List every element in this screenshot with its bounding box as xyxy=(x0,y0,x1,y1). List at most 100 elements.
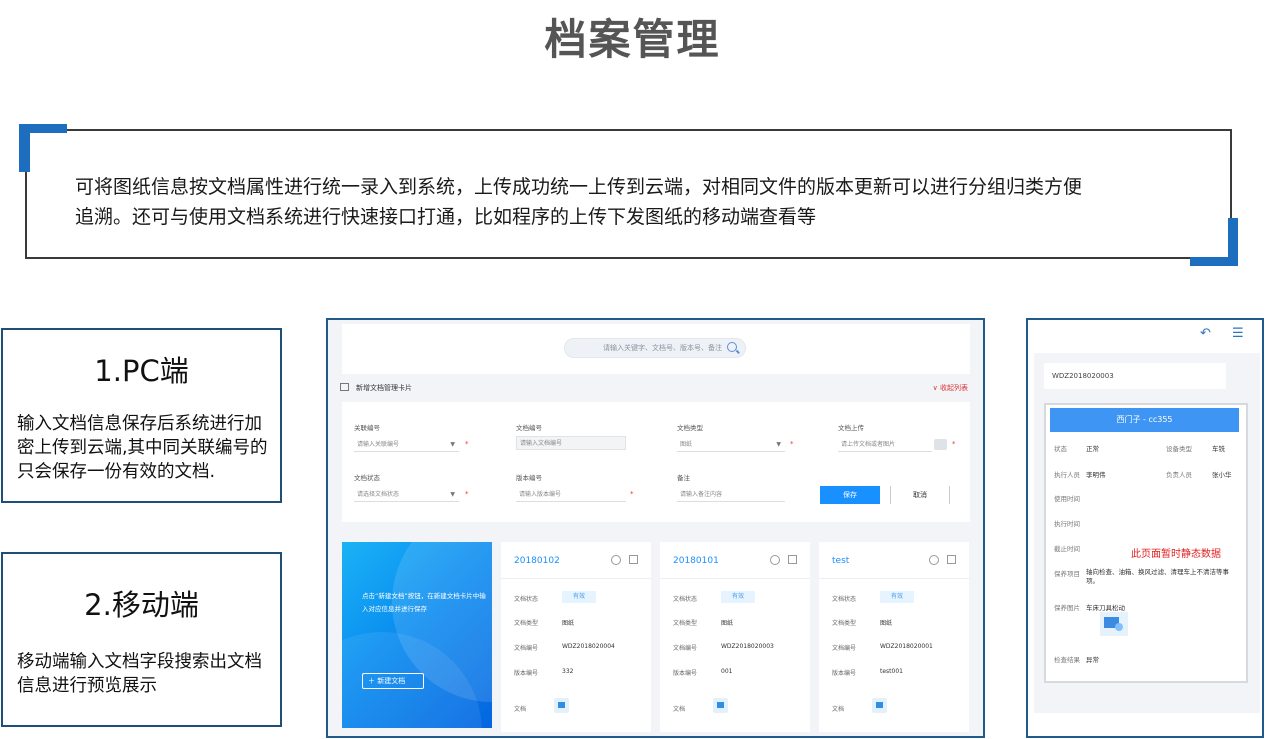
chevron-down-icon: ▼ xyxy=(450,441,455,448)
relation-no-select[interactable]: 请输入关联编号 ▼ xyxy=(354,438,459,452)
type-value: 图纸 xyxy=(880,620,893,627)
type-value: 图纸 xyxy=(721,620,734,627)
image-icon[interactable] xyxy=(713,698,728,713)
row-value: 车铣 xyxy=(1212,445,1225,453)
search-icon[interactable] xyxy=(727,342,737,352)
field-label-doc-status: 文档状态 xyxy=(354,474,380,482)
description-line-1: 可将图纸信息按文档属性进行统一录入到系统，上传成功统一上传到云端，对相同文件的版… xyxy=(75,176,1083,198)
row-key: 保养图片 xyxy=(1054,604,1080,612)
status-key: 文档状态 xyxy=(832,596,857,603)
upload-icon[interactable] xyxy=(934,439,947,450)
row-value: 异常 xyxy=(1086,656,1099,664)
new-doc-button[interactable]: ＋ 新建文档 xyxy=(362,673,424,689)
required-mark: * xyxy=(465,490,469,498)
pc-search-input[interactable]: 请输入关键字、文档号、版本号、备注 xyxy=(564,338,746,358)
row-value: 张小华 xyxy=(1212,471,1232,479)
type-value: 图纸 xyxy=(562,620,575,627)
remark-input[interactable]: 请输入备注内容 xyxy=(677,488,785,502)
row-value: 轴向检查、油箱、换风过滤、清理车上不清洁等事项。 xyxy=(1086,568,1229,585)
doc-card-title[interactable]: 20180101 xyxy=(673,556,719,566)
doc-card[interactable]: test 文档状态 有效 文档类型 图纸 文档编号 WDZ2018020001 … xyxy=(819,542,969,732)
doc-card-header: test xyxy=(819,542,969,579)
edit-icon[interactable] xyxy=(947,555,956,564)
doc-type-value: 图纸 xyxy=(680,441,693,448)
doc-card-title[interactable]: test xyxy=(832,556,849,566)
required-mark: * xyxy=(465,440,469,448)
mobile-doc-title: WDZ2018020003 xyxy=(1044,363,1226,389)
doc-card-title[interactable]: 20180102 xyxy=(514,556,560,566)
relation-no-placeholder: 请输入关联编号 xyxy=(357,441,400,448)
row-key: 状态 xyxy=(1054,445,1067,453)
row-key: 检查结果 xyxy=(1054,656,1080,664)
history-icon[interactable] xyxy=(929,555,939,565)
doc-card[interactable]: 20180102 文档状态 有效 文档类型 图纸 文档编号 WDZ2018020… xyxy=(501,542,651,732)
status-key: 文档状态 xyxy=(514,596,539,603)
file-key: 文档 xyxy=(673,706,686,713)
doc-card[interactable]: 20180101 文档状态 有效 文档类型 图纸 文档编号 WDZ2018020… xyxy=(660,542,810,732)
pc-info-title: 1.PC端 xyxy=(94,354,189,388)
version-value: test001 xyxy=(880,668,903,675)
type-key: 文档类型 xyxy=(832,620,857,627)
doc-type-select[interactable]: 图纸 ▼ xyxy=(677,438,785,452)
back-icon[interactable]: ↶ xyxy=(1200,326,1211,341)
corner-accent-bottom-right-vertical xyxy=(1228,218,1238,266)
required-mark: * xyxy=(630,490,634,498)
new-doc-card: 点击“新建文档”按钮，在新建文档卡片中输入对应信息并进行保存 ＋ 新建文档 xyxy=(342,542,492,728)
edit-icon[interactable] xyxy=(788,555,797,564)
row-key: 保养项目 xyxy=(1054,570,1080,578)
card-icon xyxy=(340,383,349,391)
history-icon[interactable] xyxy=(770,555,780,565)
required-mark: * xyxy=(790,440,794,448)
doc-upload-input[interactable]: 请上传文档或者图片 xyxy=(838,438,932,452)
version-key: 版本编号 xyxy=(673,670,698,677)
pc-section-bar: 新增文档管理卡片 ∨ 收起列表 xyxy=(340,378,970,398)
new-doc-hint: 点击“新建文档”按钮，在新建文档卡片中输入对应信息并进行保存 xyxy=(362,592,486,613)
row-key: 执行人员 xyxy=(1054,471,1080,479)
chevron-down-icon: ▼ xyxy=(776,441,781,448)
field-label-doc-upload: 文档上传 xyxy=(838,424,864,432)
pc-screenshot: 请输入关键字、文档号、版本号、备注 新增文档管理卡片 ∨ 收起列表 关联编号 请… xyxy=(326,318,985,738)
description-text: 可将图纸信息按文档属性进行统一录入到系统，上传成功统一上传到云端，对相同文件的版… xyxy=(75,172,1205,232)
row-value: 正常 xyxy=(1086,445,1099,453)
history-icon[interactable] xyxy=(611,555,621,565)
file-key: 文档 xyxy=(832,706,845,713)
mobile-detail-card: 西门子 - cc355 状态 正常 设备类型 车铣 执行人员 李明伟 负责人员 … xyxy=(1044,403,1248,683)
image-icon[interactable] xyxy=(872,698,887,713)
mobile-card-header: 西门子 - cc355 xyxy=(1050,408,1239,432)
field-label-doc-type: 文档类型 xyxy=(677,424,703,432)
pc-search-placeholder: 请输入关键字、文档号、版本号、备注 xyxy=(603,344,722,352)
doc-status-placeholder: 请选择文档状态 xyxy=(357,491,400,498)
collapse-list-link[interactable]: ∨ 收起列表 xyxy=(933,383,968,393)
doc-card-header: 20180101 xyxy=(660,542,810,579)
code-key: 文档编号 xyxy=(832,645,857,652)
maintenance-image-thumbnail[interactable] xyxy=(1100,612,1128,636)
mobile-info-title: 2.移动端 xyxy=(84,588,199,622)
required-mark: * xyxy=(952,440,956,448)
menu-icon[interactable]: ☰ xyxy=(1232,326,1244,341)
pc-search-panel: 请输入关键字、文档号、版本号、备注 xyxy=(342,324,970,374)
static-data-note: 此页面暂时静态数据 xyxy=(1131,549,1221,560)
cancel-button[interactable]: 取消 xyxy=(890,486,950,504)
save-button[interactable]: 保存 xyxy=(820,486,880,504)
type-key: 文档类型 xyxy=(514,620,539,627)
row-value: 车床刀具松动 xyxy=(1086,604,1125,612)
field-label-remark: 备注 xyxy=(677,474,690,482)
version-value: 001 xyxy=(721,668,733,675)
version-value: 332 xyxy=(562,668,574,675)
remark-placeholder: 请输入备注内容 xyxy=(680,491,723,498)
doc-no-input[interactable]: 请输入文档编号 xyxy=(516,436,626,450)
mobile-screenshot: ↶ ☰ WDZ2018020003 西门子 - cc355 状态 正常 设备类型… xyxy=(1026,318,1264,738)
field-label-relation-no: 关联编号 xyxy=(354,424,380,432)
version-no-input[interactable]: 请输入版本编号 xyxy=(516,488,626,502)
image-icon[interactable] xyxy=(554,698,569,713)
doc-status-select[interactable]: 请选择文档状态 ▼ xyxy=(354,488,459,502)
page-title: 档案管理 xyxy=(544,15,721,64)
pc-new-doc-form: 关联编号 请输入关联编号 ▼ * 文档编号 请输入文档编号 文档类型 图纸 ▼ … xyxy=(342,402,970,522)
field-label-version-no: 版本编号 xyxy=(516,474,542,482)
doc-card-header: 20180102 xyxy=(501,542,651,579)
type-key: 文档类型 xyxy=(673,620,698,627)
edit-icon[interactable] xyxy=(629,555,638,564)
pc-info-box: 1.PC端 输入文档信息保存后系统进行加密上传到云端,其中同关联编号的只会保存一… xyxy=(1,328,282,503)
row-key: 使用时间 xyxy=(1054,495,1080,503)
status-badge: 有效 xyxy=(721,591,755,603)
